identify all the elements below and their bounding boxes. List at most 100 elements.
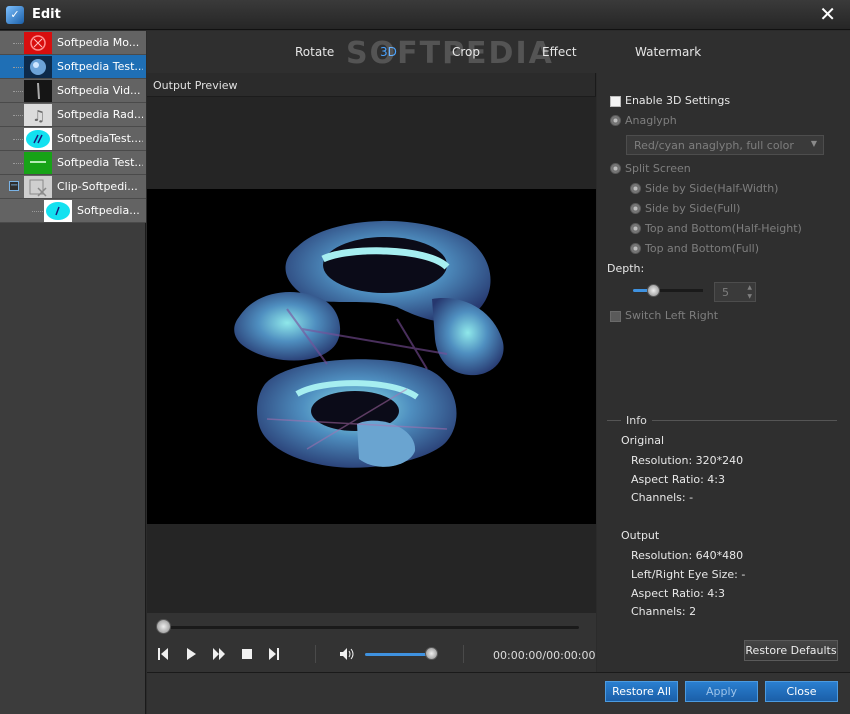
switch-left-right-checkbox[interactable] — [610, 311, 621, 322]
clip-label: Softpedia Test... — [57, 156, 143, 169]
split-screen-label: Split Screen — [625, 162, 691, 175]
anaglyph-radio[interactable] — [610, 115, 621, 126]
restore-defaults-button[interactable]: Restore Defaults — [744, 640, 838, 661]
tab-watermark[interactable]: Watermark — [635, 45, 701, 59]
video-area — [147, 97, 596, 613]
clip-item[interactable]: ♫ Softpedia Rad... — [0, 103, 146, 127]
side-by-side-full-radio[interactable] — [630, 203, 641, 214]
volume-icon[interactable] — [339, 647, 357, 665]
top-bottom-full-radio[interactable] — [630, 243, 641, 254]
clip-list: Softpedia Mo... Softpedia Test... Softpe… — [0, 31, 146, 714]
clip-item[interactable]: Softpedia Test... — [0, 55, 146, 79]
window-title: Edit — [32, 7, 61, 22]
divider — [463, 645, 464, 663]
next-frame-icon[interactable] — [268, 647, 280, 665]
tree-connector — [13, 115, 23, 116]
restore-all-button[interactable]: Restore All — [605, 681, 678, 702]
switch-left-right-label: Switch Left Right — [625, 309, 719, 322]
info-title: Info — [621, 414, 652, 427]
anaglyph-select-value: Red/cyan anaglyph, full color — [634, 139, 794, 152]
side-by-side-half-radio[interactable] — [630, 183, 641, 194]
enable-3d-checkbox[interactable] — [610, 96, 621, 107]
clip-label: SoftpediaTest.... — [57, 132, 143, 145]
tree-connector — [13, 163, 23, 164]
apply-button[interactable]: Apply — [685, 681, 758, 702]
collapse-icon[interactable]: − — [9, 181, 19, 191]
softpedia-watermark: SOFTPEDIA — [346, 36, 554, 71]
top-bottom-full-label: Top and Bottom(Full) — [645, 242, 759, 255]
tree-connector — [13, 67, 23, 68]
original-resolution: Resolution: 320*240 — [631, 454, 744, 467]
original-aspect-ratio: Aspect Ratio: 4:3 — [631, 473, 726, 486]
time-display: 00:00:00/00:00:00 — [493, 649, 596, 662]
seek-bar[interactable] — [157, 626, 579, 629]
clip-item[interactable]: Softpedia Mo... — [0, 31, 146, 55]
clip-item[interactable]: Softpedia... — [0, 199, 146, 223]
title-bar: ✓ Edit ✕ — [0, 0, 850, 30]
video-image — [234, 220, 504, 468]
play-icon[interactable] — [185, 647, 197, 665]
clip-label: Softpedia Mo... — [57, 36, 140, 49]
original-title: Original — [621, 434, 665, 447]
seek-handle[interactable] — [156, 619, 171, 634]
tree-connector — [13, 139, 23, 140]
previous-frame-icon[interactable] — [157, 647, 169, 665]
divider — [315, 645, 316, 663]
clip-label: Clip-Softpedi... — [57, 180, 138, 193]
depth-label: Depth: — [607, 262, 645, 275]
tree-connector — [13, 91, 23, 92]
output-resolution: Resolution: 640*480 — [631, 549, 744, 562]
close-window-icon[interactable]: ✕ — [819, 3, 836, 25]
volume-handle[interactable] — [425, 647, 438, 660]
chevron-down-icon: ▼ — [810, 139, 817, 148]
clip-thumbnail — [44, 200, 72, 222]
volume-slider[interactable] — [365, 653, 431, 656]
preview-title: Output Preview — [153, 79, 238, 92]
close-button[interactable]: Close — [765, 681, 838, 702]
clip-thumbnail — [24, 56, 52, 78]
spinner-arrows-icon[interactable]: ▲ ▼ — [747, 283, 752, 301]
anaglyph-select[interactable]: Red/cyan anaglyph, full color ▼ — [626, 135, 824, 155]
anaglyph-label: Anaglyph — [625, 114, 677, 127]
video-frame — [147, 189, 596, 524]
stop-icon[interactable] — [241, 647, 253, 665]
clip-thumbnail — [24, 152, 52, 174]
output-eye-size: Left/Right Eye Size: - — [631, 568, 746, 581]
depth-value: 5 — [722, 286, 729, 299]
clip-item[interactable]: − Clip-Softpedi... — [0, 175, 146, 199]
clip-label: Softpedia Test... — [57, 60, 143, 73]
preview-panel: Output Preview 00:00:00/00:00:00 — [147, 73, 596, 672]
tab-rotate[interactable]: Rotate — [295, 45, 334, 59]
bottom-bar: Restore All Apply Close — [147, 672, 850, 714]
fast-forward-icon[interactable] — [212, 647, 226, 665]
clip-item[interactable]: SoftpediaTest.... — [0, 127, 146, 151]
settings-panel: Enable 3D Settings Anaglyph Red/cyan ana… — [597, 73, 850, 672]
clip-item[interactable]: Softpedia Test... — [0, 151, 146, 175]
clip-thumbnail — [24, 128, 52, 150]
svg-text:♫: ♫ — [32, 107, 45, 125]
clip-label: Softpedia Rad... — [57, 108, 143, 121]
top-bottom-half-label: Top and Bottom(Half-Height) — [645, 222, 802, 235]
clip-label: Softpedia Vid... — [57, 84, 141, 97]
side-by-side-full-label: Side by Side(Full) — [645, 202, 741, 215]
top-bottom-half-radio[interactable] — [630, 223, 641, 234]
clip-item[interactable]: Softpedia Vid... — [0, 79, 146, 103]
clip-thumbnail — [24, 80, 52, 102]
depth-slider[interactable] — [633, 289, 703, 292]
original-channels: Channels: - — [631, 491, 694, 504]
output-aspect-ratio: Aspect Ratio: 4:3 — [631, 587, 726, 600]
depth-spinner[interactable]: 5 ▲ ▼ — [714, 282, 756, 302]
player-controls: 00:00:00/00:00:00 — [147, 613, 596, 672]
clip-thumbnail — [24, 176, 52, 198]
tree-connector — [13, 43, 23, 44]
clip-thumbnail: ♫ — [24, 104, 52, 126]
split-screen-radio[interactable] — [610, 163, 621, 174]
tree-connector — [32, 211, 43, 212]
side-by-side-half-label: Side by Side(Half-Width) — [645, 182, 779, 195]
clip-label: Softpedia... — [77, 204, 140, 217]
enable-3d-label: Enable 3D Settings — [625, 94, 731, 107]
app-logo-icon: ✓ — [6, 6, 24, 24]
depth-handle[interactable] — [647, 284, 660, 297]
clip-thumbnail — [24, 32, 52, 54]
output-channels: Channels: 2 — [631, 605, 697, 618]
